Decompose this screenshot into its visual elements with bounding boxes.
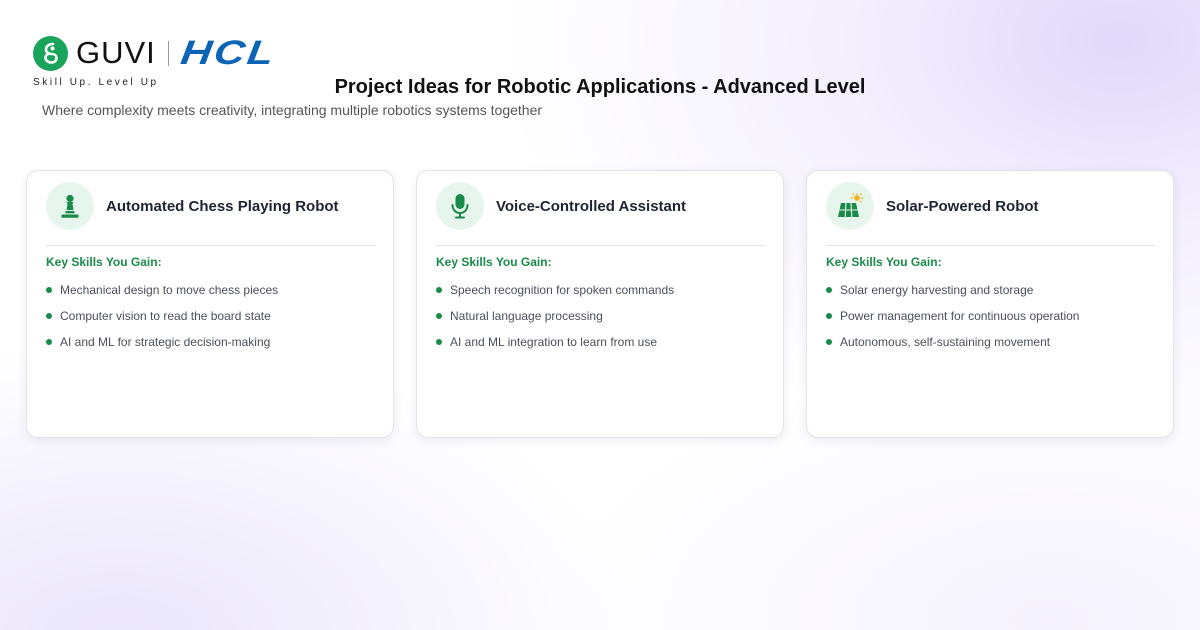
skills-list: Speech recognition for spoken commands N… [436,277,674,355]
card-header: Solar-Powered Robot [826,182,1039,230]
bullet-icon [826,339,832,345]
skill-text: Computer vision to read the board state [60,309,271,323]
skill-text: Autonomous, self-sustaining movement [840,335,1051,349]
bullet-icon [436,287,442,293]
card-header: Voice-Controlled Assistant [436,182,686,230]
skills-heading: Key Skills You Gain: [436,255,552,269]
chess-pawn-icon [46,182,94,230]
card-title: Solar-Powered Robot [886,197,1039,215]
bullet-icon [436,313,442,319]
skill-text: AI and ML for strategic decision-making [60,335,271,349]
skill-text: Natural language processing [450,309,603,323]
page-title: Project Ideas for Robotic Applications -… [334,76,866,98]
project-card-voice-assistant: Voice-Controlled Assistant Key Skills Yo… [416,170,784,438]
card-divider [436,245,765,246]
card-divider [826,245,1155,246]
skills-list: Mechanical design to move chess pieces C… [46,277,278,355]
skill-item: Autonomous, self-sustaining movement [826,329,1079,355]
bullet-icon [46,313,52,319]
skill-text: AI and ML integration to learn from use [450,335,657,349]
bullet-icon [826,313,832,319]
skill-item: Mechanical design to move chess pieces [46,277,278,303]
skills-heading: Key Skills You Gain: [46,255,162,269]
skills-list: Solar energy harvesting and storage Powe… [826,277,1079,355]
skill-item: Solar energy harvesting and storage [826,277,1079,303]
skill-item: Power management for continuous operatio… [826,303,1079,329]
card-header: Automated Chess Playing Robot [46,182,339,230]
skill-item: AI and ML for strategic decision-making [46,329,278,355]
skill-item: Computer vision to read the board state [46,303,278,329]
logo-divider [167,40,169,66]
card-title: Voice-Controlled Assistant [496,197,687,215]
project-card-chess-robot: Automated Chess Playing Robot Key Skills… [26,170,394,438]
hcl-wordmark: HCL [178,34,279,72]
skill-item: Natural language processing [436,303,674,329]
skill-text: Power management for continuous operatio… [840,309,1080,323]
card-divider [46,245,375,246]
page-subtitle: Where complexity meets creativity, integ… [42,102,543,118]
skill-text: Speech recognition for spoken commands [450,283,675,297]
solar-panel-icon [826,182,874,230]
bullet-icon [46,287,52,293]
skill-text: Mechanical design to move chess pieces [60,283,279,297]
skills-heading: Key Skills You Gain: [826,255,942,269]
bullet-icon [46,339,52,345]
bullet-icon [826,287,832,293]
card-title: Automated Chess Playing Robot [106,197,339,215]
skill-item: Speech recognition for spoken commands [436,277,674,303]
guvi-wordmark: GUVI [76,35,156,70]
project-card-solar-robot: Solar-Powered Robot Key Skills You Gain:… [806,170,1174,438]
microphone-icon [436,182,484,230]
logo-row: GUVI HCL [33,34,333,72]
guvi-logo-icon [33,35,68,71]
skill-item: AI and ML integration to learn from use [436,329,674,355]
skill-text: Solar energy harvesting and storage [840,283,1034,297]
bullet-icon [436,339,442,345]
